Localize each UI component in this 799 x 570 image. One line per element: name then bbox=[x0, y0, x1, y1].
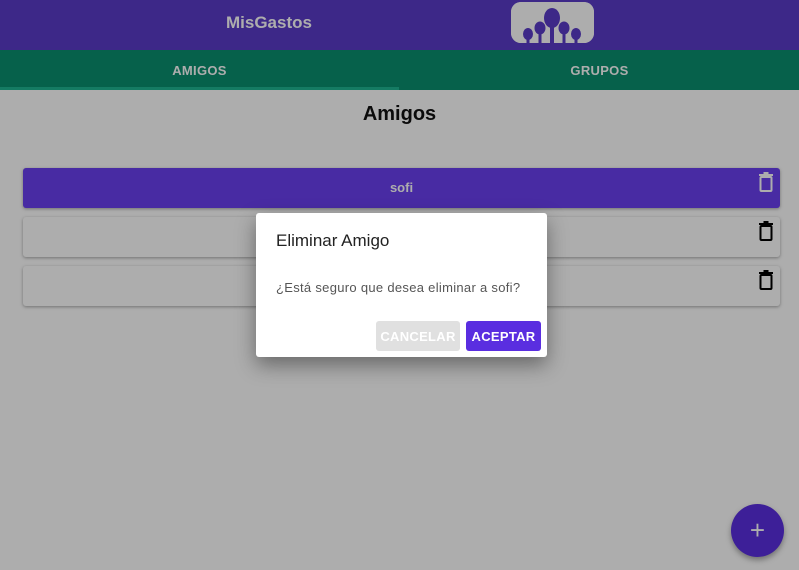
cancel-button[interactable]: CANCELAR bbox=[376, 321, 460, 351]
dialog-title: Eliminar Amigo bbox=[276, 231, 390, 250]
delete-friend-dialog: Eliminar Amigo ¿Está seguro que desea el… bbox=[256, 213, 547, 357]
dialog-message: ¿Está seguro que desea eliminar a sofi? bbox=[276, 280, 521, 295]
accept-button[interactable]: ACEPTAR bbox=[466, 321, 541, 351]
